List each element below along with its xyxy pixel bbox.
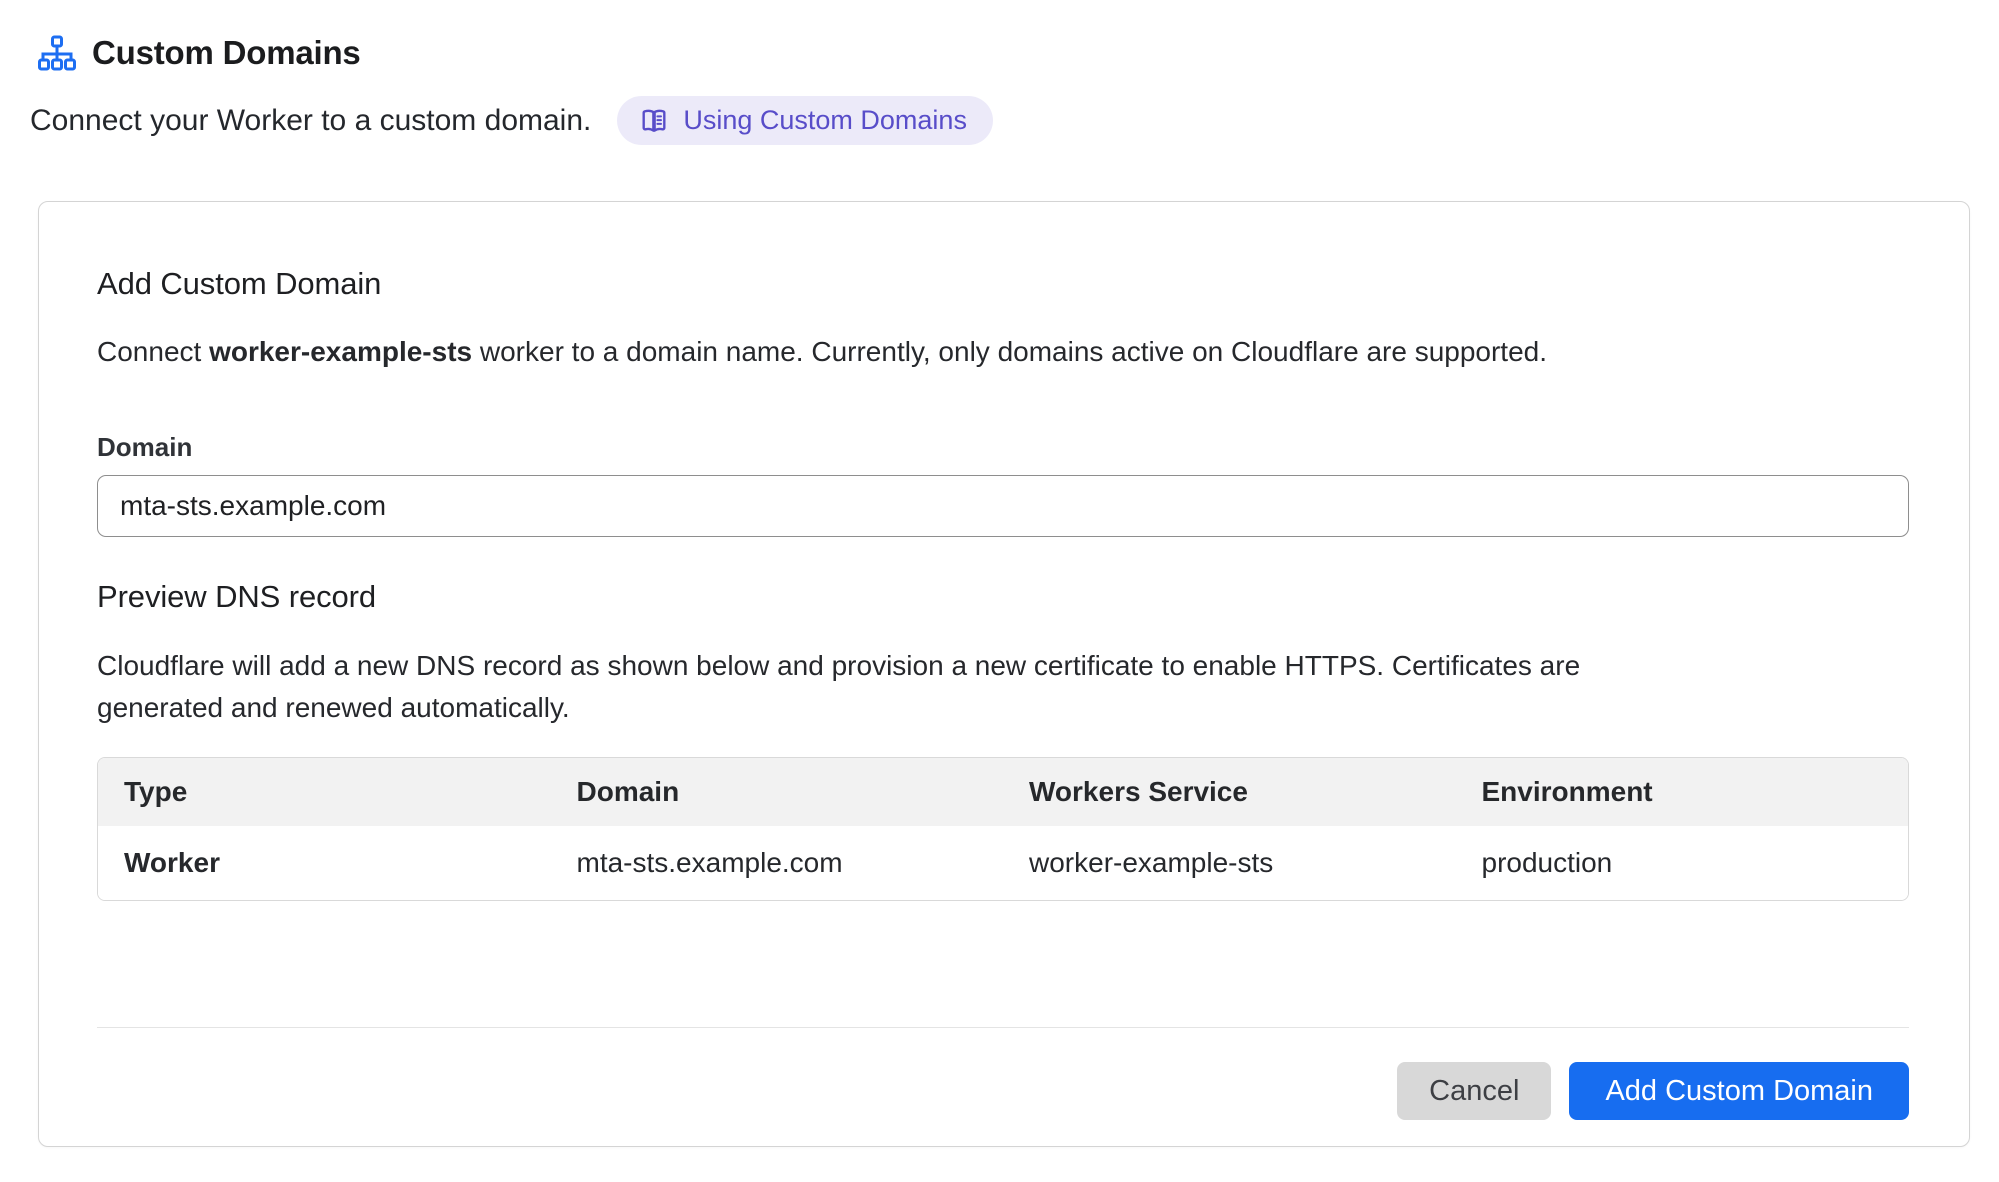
table-header-row: Type Domain Workers Service Environment [98, 758, 1908, 826]
cell-domain: mta-sts.example.com [551, 826, 1004, 900]
domain-input[interactable] [97, 475, 1909, 537]
intro-suffix: worker to a domain name. Currently, only… [472, 336, 1547, 367]
dns-preview-table: Type Domain Workers Service Environment … [97, 757, 1909, 901]
card-footer: Cancel Add Custom Domain [97, 1062, 1909, 1120]
intro-prefix: Connect [97, 336, 209, 367]
book-icon [639, 106, 669, 136]
domain-field-label: Domain [97, 432, 1909, 463]
page-title: Custom Domains [92, 34, 361, 72]
preview-dns-heading: Preview DNS record [97, 579, 1909, 615]
cancel-button[interactable]: Cancel [1397, 1062, 1551, 1120]
table-row: Worker mta-sts.example.com worker-exampl… [98, 826, 1908, 900]
table-header-workers-service: Workers Service [1003, 758, 1456, 826]
add-custom-domain-card: Add Custom Domain Connect worker-example… [38, 201, 1970, 1147]
cell-type: Worker [98, 826, 551, 900]
table-header-domain: Domain [551, 758, 1004, 826]
docs-link-label: Using Custom Domains [683, 105, 967, 136]
card-intro-text: Connect worker-example-sts worker to a d… [97, 334, 1909, 370]
page-subtitle: Connect your Worker to a custom domain. [30, 104, 591, 138]
worker-name: worker-example-sts [209, 336, 472, 367]
cell-environment: production [1456, 826, 1909, 900]
page-subtitle-row: Connect your Worker to a custom domain. … [30, 96, 1999, 145]
docs-link-badge[interactable]: Using Custom Domains [617, 96, 993, 145]
page-header: Custom Domains [38, 34, 1999, 72]
table-header-type: Type [98, 758, 551, 826]
preview-dns-description: Cloudflare will add a new DNS record as … [97, 645, 1587, 729]
add-custom-domain-button[interactable]: Add Custom Domain [1569, 1062, 1909, 1120]
hierarchy-icon [38, 35, 76, 71]
table-header-environment: Environment [1456, 758, 1909, 826]
cell-workers-service: worker-example-sts [1003, 826, 1456, 900]
footer-divider [97, 1027, 1909, 1028]
card-heading: Add Custom Domain [97, 266, 1909, 302]
